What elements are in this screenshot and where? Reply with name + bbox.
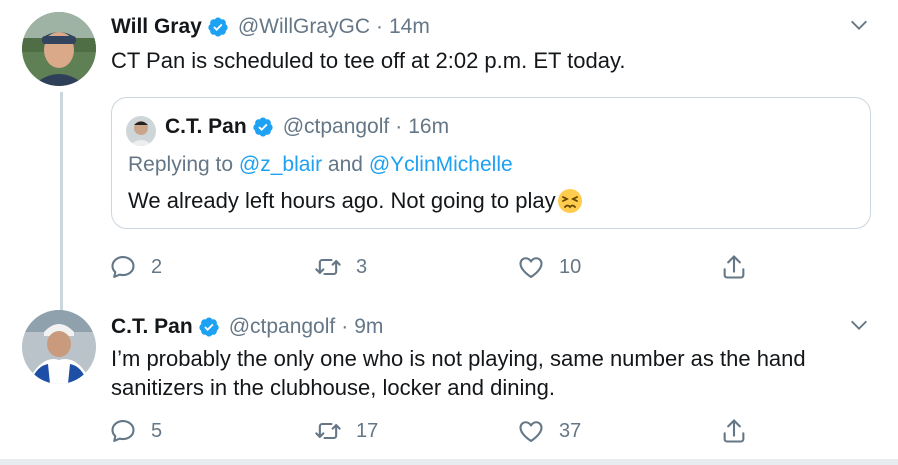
separator-dot: · [341,315,349,338]
share-button[interactable] [720,417,762,445]
share-button[interactable] [720,253,762,281]
verified-badge-icon [253,117,273,137]
avatar-will-gray[interactable] [22,12,96,86]
reply-icon [111,256,135,278]
like-count: 10 [559,255,582,278]
replying-and: and [322,153,369,176]
share-icon [723,255,745,279]
reply-count: 5 [151,419,163,442]
separator-dot: · [395,115,403,138]
quote-timestamp: 16m [408,115,450,138]
like-icon [519,257,543,278]
quote-text-content: We already left hours ago. Not going to … [128,188,556,213]
handle[interactable]: @WillGrayGC [238,15,370,39]
display-name[interactable]: Will Gray [111,15,202,39]
like-button[interactable]: 10 [517,253,581,281]
chevron-down-icon[interactable] [848,314,870,336]
reply-mention-2[interactable]: @YclinMichelle [369,153,513,176]
verified-badge-icon [208,17,228,37]
quote-display-name: C.T. Pan [165,115,247,138]
like-count: 37 [559,419,582,442]
retweet-button[interactable]: 17 [314,417,378,445]
tweet-text-line-2: sanitizers in the clubhouse, locker and … [111,375,555,400]
avatar-ct-pan[interactable] [22,310,96,384]
like-icon [519,421,543,442]
tweet-header: Will Gray @WillGrayGC · 14m [111,15,430,39]
reply-button[interactable]: 2 [109,253,162,281]
quoted-tweet[interactable]: C.T. Pan @ctpangolf · 16m Replying to @z… [111,97,871,229]
separator-dot: · [376,15,383,38]
quote-header: C.T. Pan @ctpangolf · 16m [165,115,449,139]
tweet-will-gray[interactable]: Will Gray @WillGrayGC · 14m CT Pan is sc… [0,0,898,310]
timestamp[interactable]: 9m [354,315,383,339]
reply-mention-1[interactable]: @z_blair [239,153,322,176]
share-icon [723,419,745,443]
thread-line [60,92,63,310]
reply-icon [111,420,135,442]
tweet-text: I’m probably the only one who is not pla… [111,344,806,402]
handle[interactable]: @ctpangolf [229,315,336,339]
quote-handle: @ctpangolf [282,115,390,138]
retweet-button[interactable]: 3 [314,253,367,281]
quote-text: We already left hours ago. Not going to … [128,188,583,214]
verified-badge-icon [199,317,219,337]
persevering-face-emoji [557,189,582,213]
retweet-count: 17 [356,419,379,442]
timeline-divider [0,459,898,465]
retweet-icon [315,422,341,440]
reply-button[interactable]: 5 [109,417,162,445]
reply-count: 2 [151,255,163,278]
chevron-down-icon[interactable] [848,14,870,36]
tweet-text: CT Pan is scheduled to tee off at 2:02 p… [111,48,626,73]
retweet-icon [315,258,341,276]
replying-prefix: Replying to [128,153,239,176]
tweet-text-line-1: I’m probably the only one who is not pla… [111,346,806,371]
avatar-ct-pan-small [126,116,156,146]
tweet-header: C.T. Pan @ctpangolf · 9m [111,315,383,339]
tweet-ct-pan[interactable]: C.T. Pan @ctpangolf · 9m I’m probably th… [0,300,898,459]
display-name[interactable]: C.T. Pan [111,315,193,339]
retweet-count: 3 [356,255,368,278]
timestamp[interactable]: 14m [389,15,430,39]
replying-to: Replying to @z_blair and @YclinMichelle [128,153,513,177]
like-button[interactable]: 37 [517,417,581,445]
